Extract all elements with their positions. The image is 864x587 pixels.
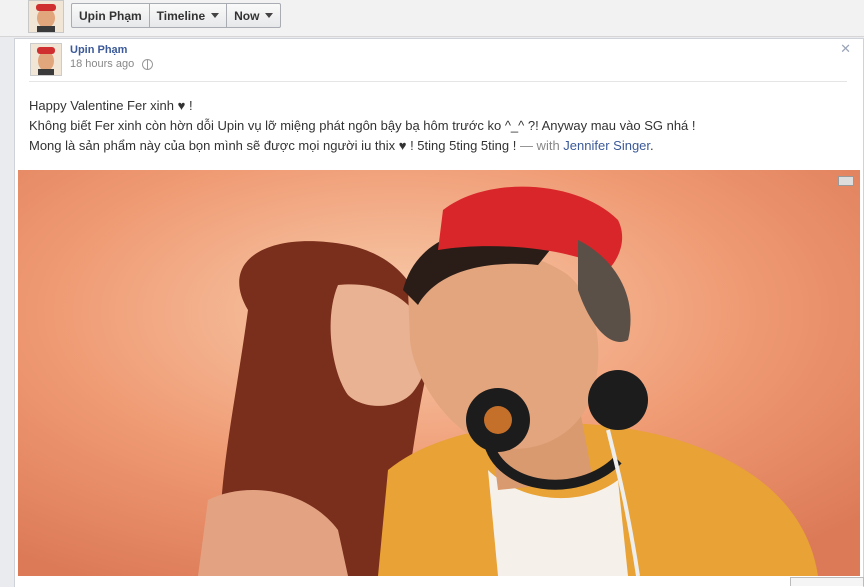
author-avatar[interactable] [30,43,62,76]
now-label: Now [234,8,260,23]
message-line-3: Mong là sản phẩm này của bọn mình sẽ đượ… [29,136,849,156]
post-message: Happy Valentine Fer xinh ♥ ! Không biết … [29,96,849,156]
post-timestamp[interactable]: 18 hours ago [70,58,134,70]
post-author-link[interactable]: Upin Phạm [70,44,127,56]
timeline-label: Timeline [156,8,206,23]
divider [29,81,847,82]
post-photo[interactable] [18,170,860,576]
avatar[interactable] [28,0,64,33]
timeline-button-group: Upin Phạm Timeline Now [71,3,282,28]
chevron-down-icon [211,13,220,18]
timeline-dropdown-button[interactable]: Timeline [150,4,228,27]
profile-name-button[interactable]: Upin Phạm [72,4,150,27]
scrollbar-handle[interactable] [790,577,864,586]
chevron-down-icon [265,13,274,18]
photo-options-icon[interactable] [838,176,854,186]
post-meta: 18 hours ago [70,58,154,70]
tagged-friend-link[interactable]: Jennifer Singer [563,138,650,153]
message-line-1: Happy Valentine Fer xinh ♥ ! [29,98,193,113]
now-dropdown-button[interactable]: Now [227,4,280,27]
timeline-post: Upin Phạm 18 hours ago ✕ Happy Valentine… [14,38,864,587]
profile-name-label: Upin Phạm [79,8,142,23]
photo-illustration [18,170,860,576]
globe-icon[interactable] [142,58,154,70]
with-text: — with [516,138,564,153]
close-icon[interactable]: ✕ [840,41,851,57]
timeline-navbar: Upin Phạm Timeline Now [0,0,864,37]
message-line-3-text: Mong là sản phẩm này của bọn mình sẽ đượ… [29,138,517,153]
tag-suffix: . [650,138,654,153]
message-line-2: Không biết Fer xinh còn hờn dỗi Upin vụ … [29,118,696,133]
